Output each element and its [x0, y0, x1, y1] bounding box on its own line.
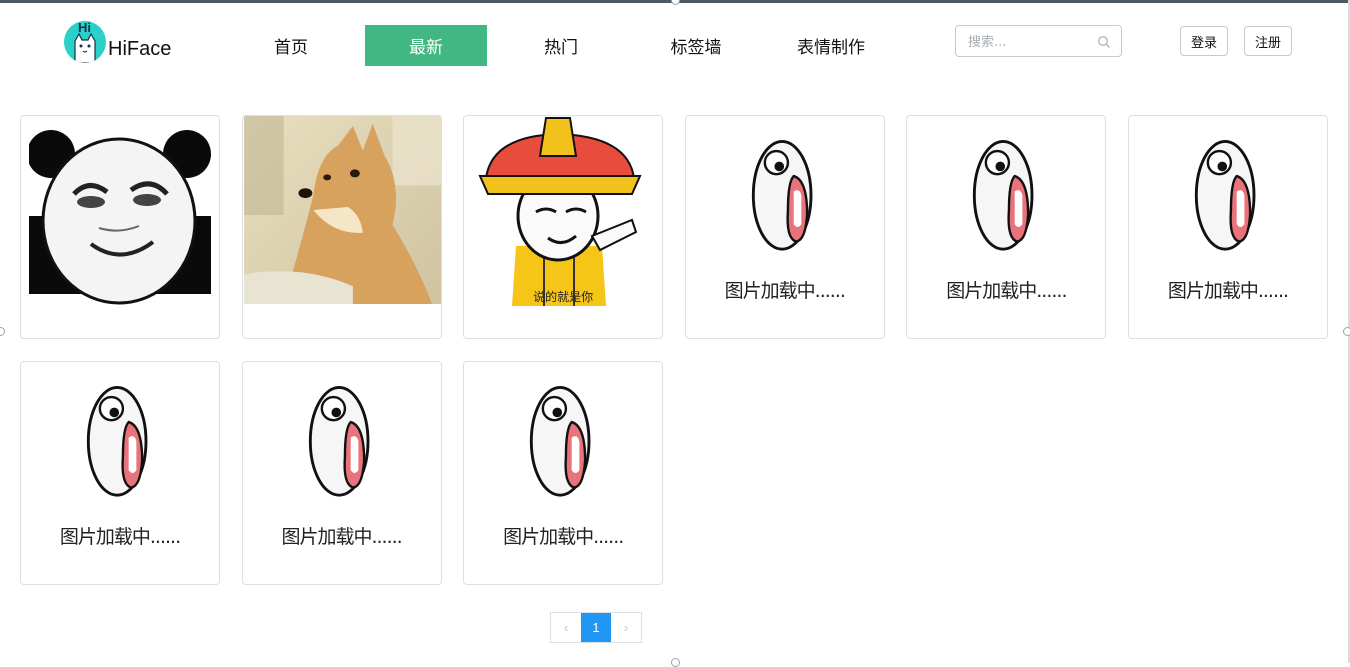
loading-text: 图片加载中......: [503, 526, 624, 548]
emperor-meme-image: [472, 116, 655, 306]
meme-card-loading[interactable]: 图片加载中......: [1127, 115, 1328, 339]
loading-placeholder-icon: [308, 386, 370, 497]
doge-image: [243, 116, 441, 304]
meme-card-panda[interactable]: [20, 115, 220, 339]
pagination: ‹ 1 ›: [550, 612, 642, 643]
search-input[interactable]: [966, 27, 1100, 57]
nav-tag-wall[interactable]: 标签墙: [635, 25, 757, 66]
logo[interactable]: Hi HiFace: [64, 21, 171, 63]
login-button[interactable]: 登录: [1180, 26, 1228, 56]
resize-handle-left[interactable]: [0, 327, 5, 336]
loading-placeholder-icon: [973, 140, 1034, 251]
search-box: [955, 25, 1122, 57]
main-nav: 首页 最新 热门 标签墙 表情制作: [230, 25, 905, 66]
nav-latest[interactable]: 最新: [365, 25, 487, 66]
top-navbar: Hi HiFace 首页 最新 热门 标签墙 表情制作 登录 注册: [0, 3, 1348, 83]
resize-handle-right[interactable]: [1343, 327, 1350, 336]
loading-text: 图片加载中......: [1167, 280, 1289, 302]
loading-text: 图片加载中......: [946, 280, 1067, 302]
meme-card-loading[interactable]: 图片加载中......: [20, 361, 220, 585]
card-caption: 说的就是你: [533, 290, 594, 304]
logo-mark-icon: Hi: [64, 21, 106, 63]
loading-placeholder-icon: [86, 386, 148, 497]
loading-text: 图片加载中......: [59, 526, 181, 548]
nav-hot[interactable]: 热门: [500, 25, 622, 66]
nav-meme-maker[interactable]: 表情制作: [770, 25, 892, 66]
meme-card-loading[interactable]: 图片加载中......: [906, 115, 1107, 339]
prev-page-button[interactable]: ‹: [551, 613, 581, 642]
nav-home[interactable]: 首页: [230, 25, 352, 66]
search-icon[interactable]: [1097, 34, 1111, 53]
meme-card-doge[interactable]: [241, 115, 442, 339]
page-1-button[interactable]: 1: [581, 613, 611, 642]
loading-placeholder-icon: [1194, 140, 1256, 251]
meme-grid: 说的就是你 图片加载中...... 图片加载中...... 图片加载中.....…: [20, 115, 1328, 585]
meme-card-loading[interactable]: 图片加载中......: [463, 361, 664, 585]
register-button[interactable]: 注册: [1244, 26, 1292, 56]
loading-text: 图片加载中......: [281, 526, 402, 548]
meme-card-loading[interactable]: 图片加载中......: [684, 115, 885, 339]
panda-meme-image: [29, 130, 211, 305]
next-page-button[interactable]: ›: [611, 613, 641, 642]
loading-placeholder-icon: [751, 140, 813, 251]
meme-card-loading[interactable]: 图片加载中......: [241, 361, 442, 585]
brand-name: HiFace: [108, 38, 172, 60]
meme-card-emperor[interactable]: 说的就是你: [463, 115, 664, 339]
loading-text: 图片加载中......: [724, 280, 846, 302]
loading-placeholder-icon: [530, 386, 591, 497]
